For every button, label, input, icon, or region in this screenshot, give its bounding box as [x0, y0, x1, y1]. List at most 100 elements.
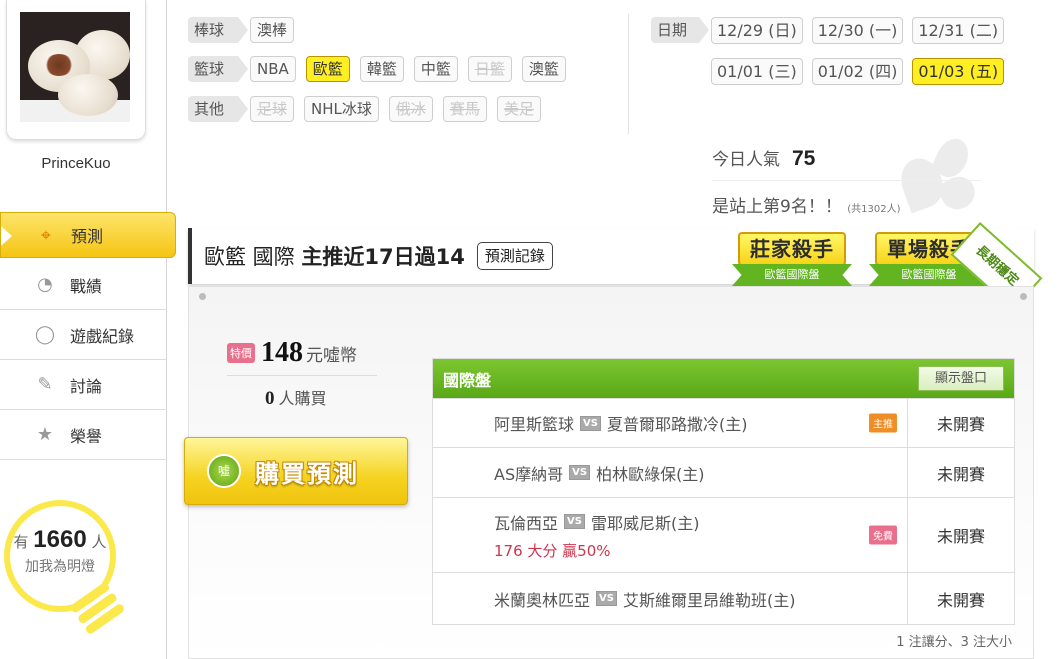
date-option[interactable]: 12/31 (二): [912, 17, 1005, 44]
fans-suffix: 人: [91, 533, 107, 551]
games-table: 國際盤 顯示盤口 阿里斯籃球 VS 夏普爾耶路撒冷(主) 主推未開賽 AS摩納哥 VS 柏林…: [432, 358, 1015, 625]
follow-label[interactable]: 加我為明燈: [10, 556, 110, 576]
buyers: 0 人購買: [265, 385, 327, 410]
category-tag[interactable]: 澳棒: [250, 17, 295, 43]
category-tag[interactable]: 中籃: [413, 56, 458, 82]
buyers-count: 0: [265, 388, 275, 409]
fans-prefix: 有: [13, 533, 29, 551]
game-matchup: 瓦倫西亞 VS 雷耶威尼斯(主) 176 大分 贏50% 免費: [433, 498, 908, 572]
teams: 阿里斯籃球 VS 夏普爾耶路撒冷(主): [494, 411, 907, 435]
teams: AS摩納哥 VS 柏林歐綠保(主): [494, 461, 907, 485]
sidebar-item[interactable]: ◔ 戰績: [0, 260, 167, 310]
sidebar-item-label: 預測: [71, 227, 104, 246]
sidebar-item[interactable]: ★ 榮譽: [0, 410, 167, 460]
avatar-frame[interactable]: [6, 0, 146, 140]
divider: [227, 375, 377, 376]
sidebar-item-label: 討論: [70, 376, 103, 396]
date-option[interactable]: 12/30 (一): [811, 17, 904, 44]
date-option[interactable]: 01/01 (三): [711, 58, 803, 85]
teams: 瓦倫西亞 VS 雷耶威尼斯(主): [494, 510, 907, 534]
date-option[interactable]: 12/29 (日): [711, 17, 803, 44]
bet-summary-note: 1 注讓分、3 注大小: [896, 635, 1012, 650]
home-team: 艾斯維爾里昂維勒班(主): [622, 590, 796, 610]
rank-label: 是站上第9名！！: [712, 197, 842, 217]
vs-icon: VS: [569, 465, 591, 480]
date-label: 日期: [651, 17, 710, 43]
divider: [628, 14, 629, 134]
prediction-header: 歐籃 國際 主推近17日過14 預測記錄 莊家殺手 歐籃國際盤 單場殺手 歐籃國…: [188, 228, 1034, 286]
category-label-basketball: 籃球: [188, 56, 249, 82]
category-row-baseball: 棒球 澳棒: [188, 17, 304, 43]
category-tag[interactable]: 歐籃: [305, 56, 350, 82]
category-tag[interactable]: NHL冰球: [304, 96, 379, 122]
date-selector: 12/29 (日) 12/30 (一) 12/31 (二) 01/01 (三) 01/0…: [711, 17, 1005, 85]
sidebar-item-label: 遊戲紀錄: [70, 326, 135, 346]
date-option[interactable]: 01/03 (五): [912, 58, 1005, 85]
away-team: AS摩納哥: [494, 464, 564, 484]
special-price-badge: 特價: [227, 343, 255, 363]
category-label-other: 其他: [188, 96, 249, 122]
badge-subtitle: 歐籃國際盤: [732, 264, 852, 286]
pick-result: 176 大分 贏50%: [494, 541, 611, 560]
game-status: 未開賽: [936, 464, 985, 484]
rank-text: 是站上第9名！！ (共1302人): [712, 192, 901, 217]
sidebar-item[interactable]: ◯ 遊戲紀錄: [0, 310, 167, 360]
price: 特價 148 元噓幣: [227, 337, 357, 369]
vs-icon: VS: [564, 514, 585, 529]
sidebar-item-label: 戰績: [70, 276, 103, 296]
divider: [712, 180, 982, 181]
category-row-other: 其他 足球 NHL冰球 俄冰 賽馬 美足: [188, 96, 551, 122]
prediction-record-button[interactable]: 預測記錄: [476, 242, 553, 270]
home-team: 夏普爾耶路撒冷(主): [606, 415, 748, 434]
sidebar-item[interactable]: ⌖ 預測: [0, 212, 176, 258]
games-table-title: 國際盤: [443, 370, 492, 390]
main-pick-badge: 主推: [869, 413, 897, 433]
sidebar: PrinceKuo ⌖ 預測 ◔ 戰績 ◯ 遊戲紀錄 ✎ 討論 ★ 榮譽 有 1660 人 加我為…: [0, 0, 176, 659]
category-tag[interactable]: 韓籃: [359, 56, 404, 82]
category-tag: 賽馬: [442, 96, 487, 122]
vs-icon: VS: [580, 415, 601, 431]
avatar[interactable]: [20, 12, 130, 122]
username[interactable]: PrinceKuo: [0, 155, 152, 172]
game-status: 未開賽: [936, 590, 985, 610]
buyers-label: 人購買: [278, 389, 327, 408]
coin-icon: 噓: [207, 454, 241, 488]
badge-title: 莊家殺手: [738, 232, 846, 266]
game-status: 未開賽: [936, 527, 985, 546]
games-table-header: 國際盤 顯示盤口: [433, 359, 1014, 398]
sidebar-menu: ⌖ 預測 ◔ 戰績 ◯ 遊戲紀錄 ✎ 討論 ★ 榮譽: [0, 210, 176, 460]
game-row: 瓦倫西亞 VS 雷耶威尼斯(主) 176 大分 贏50% 免費 未開賽: [433, 497, 1014, 572]
pin-icon: [199, 293, 206, 300]
category-tag[interactable]: NBA: [250, 56, 296, 82]
fans-count: 1660: [33, 526, 87, 553]
home-team: 柏林歐綠保(主): [596, 464, 705, 484]
game-row: AS摩納哥 VS 柏林歐綠保(主) 未開賽: [433, 447, 1014, 497]
home-team: 雷耶威尼斯(主): [590, 513, 700, 533]
buy-prediction-button[interactable]: 噓 購買預測: [184, 437, 408, 505]
category-tag: 足球: [250, 96, 295, 122]
game-row: 米蘭奧林匹亞 VS 艾斯維爾里昂維勒班(主) 未開賽: [433, 572, 1014, 624]
date-option[interactable]: 01/02 (四): [811, 58, 904, 85]
away-team: 阿里斯籃球: [494, 415, 575, 434]
sidebar-item-label: 榮譽: [70, 426, 103, 446]
pin-icon: [1020, 293, 1027, 300]
streak-text: 主推近17日過14: [301, 245, 465, 269]
category-tag[interactable]: 澳籃: [521, 56, 566, 82]
game-matchup: AS摩納哥 VS 柏林歐綠保(主): [433, 448, 908, 497]
category-tag: 美足: [496, 96, 541, 122]
target-icon: ⌖: [40, 224, 52, 246]
game-matchup: 米蘭奧林匹亞 VS 艾斯維爾里昂維勒班(主): [433, 573, 908, 624]
league-name: 歐籃 國際: [204, 245, 295, 269]
popularity: 今日人氣 75: [712, 145, 815, 171]
category-tag: 日籃: [467, 56, 512, 82]
away-team: 米蘭奧林匹亞: [494, 590, 591, 610]
show-odds-button[interactable]: 顯示盤口: [917, 366, 1004, 391]
buy-prediction-label: 購買預測: [255, 459, 359, 488]
discussion-icon: ✎: [37, 374, 53, 395]
teams: 米蘭奧林匹亞 VS 艾斯維爾里昂維勒班(主): [494, 587, 907, 611]
record-icon: ◯: [34, 324, 56, 345]
vs-icon: VS: [596, 591, 617, 606]
price-value: 148: [261, 337, 303, 368]
away-team: 瓦倫西亞: [494, 513, 559, 533]
sidebar-item[interactable]: ✎ 討論: [0, 360, 167, 410]
